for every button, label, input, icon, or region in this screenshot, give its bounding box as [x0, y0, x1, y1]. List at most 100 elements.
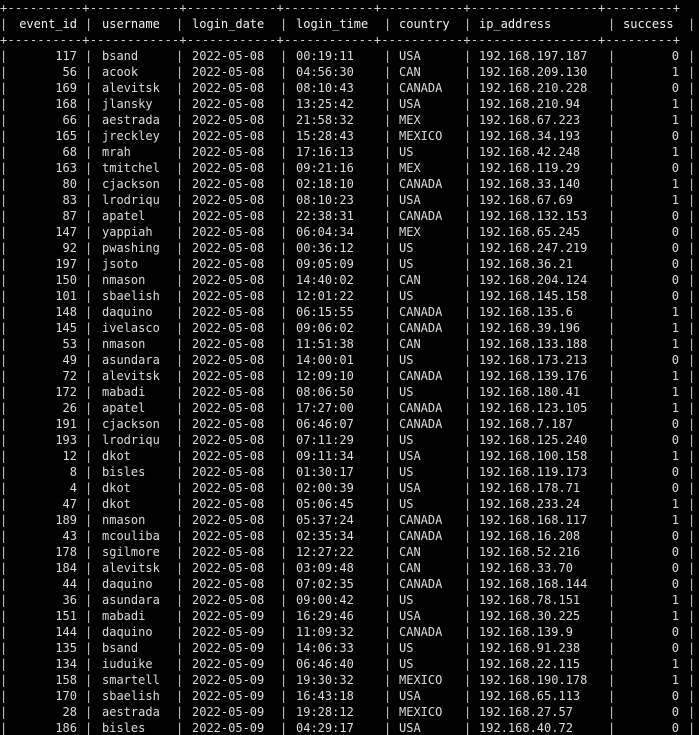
cell-country: USA	[399, 481, 421, 495]
column-divider: |	[464, 721, 472, 735]
cell-username: sgilmore	[102, 545, 160, 559]
column-divider: |	[384, 561, 392, 575]
column-divider: |	[280, 433, 288, 447]
column-divider: |	[280, 65, 288, 79]
cell-login-time: 09:00:42	[296, 593, 354, 607]
column-divider: |	[464, 593, 472, 607]
cell-login-date: 2022-05-09	[192, 705, 265, 719]
column-divider: |	[688, 497, 696, 511]
cell-login-date: 2022-05-08	[192, 545, 265, 559]
column-divider: |	[464, 369, 472, 383]
column-divider: |	[85, 321, 93, 335]
cell-username: jreckley	[102, 129, 160, 143]
column-divider: |	[0, 65, 8, 79]
column-divider: |	[176, 401, 184, 415]
cell-ip-address: 192.168.139.176	[479, 369, 588, 383]
column-divider: |	[0, 161, 8, 175]
cell-ip-address: 192.168.139.9	[479, 625, 573, 639]
column-divider: |	[85, 545, 93, 559]
cell-country: CAN	[399, 65, 421, 79]
column-divider: |	[280, 17, 288, 31]
column-divider: |	[0, 17, 8, 31]
table-row: | | | | | | | | 151 mabadi 2022-05-09 16:29:46 USA 19…	[0, 608, 699, 624]
column-divider: |	[688, 513, 696, 527]
column-divider: |	[688, 673, 696, 687]
column-divider: |	[280, 225, 288, 239]
header-ip-address: ip_address	[479, 17, 552, 31]
column-divider: |	[384, 49, 392, 63]
column-divider: |	[688, 337, 696, 351]
cell-ip-address: 192.168.100.158	[479, 449, 588, 463]
column-divider: |	[176, 225, 184, 239]
cell-success: 1	[671, 305, 679, 319]
cell-country: CANADA	[399, 529, 443, 543]
cell-login-date: 2022-05-08	[192, 161, 265, 175]
column-divider: |	[384, 657, 392, 671]
cell-login-date: 2022-05-08	[192, 497, 265, 511]
column-divider: |	[280, 449, 288, 463]
column-divider: |	[176, 625, 184, 639]
column-divider: |	[0, 641, 8, 655]
column-divider: |	[280, 561, 288, 575]
column-divider: |	[688, 577, 696, 591]
cell-login-time: 01:30:17	[296, 465, 354, 479]
cell-username: yappiah	[102, 225, 153, 239]
cell-login-date: 2022-05-08	[192, 337, 265, 351]
column-divider: |	[464, 65, 472, 79]
column-divider: |	[464, 145, 472, 159]
column-divider: |	[384, 113, 392, 127]
column-divider: |	[464, 449, 472, 463]
column-divider: |	[0, 545, 8, 559]
cell-success: 0	[671, 433, 679, 447]
cell-event-id: 28	[62, 705, 77, 719]
column-divider: |	[176, 49, 184, 63]
cell-country: USA	[399, 689, 421, 703]
column-divider: |	[176, 673, 184, 687]
cell-country: USA	[399, 49, 421, 63]
cell-success: 1	[671, 449, 679, 463]
column-divider: |	[464, 161, 472, 175]
column-divider: |	[280, 177, 288, 191]
table-row: | | | | | | | | 135 bsand 2022-05-09 14:06:33 US 192.…	[0, 640, 699, 656]
column-divider: |	[280, 385, 288, 399]
cell-success: 0	[671, 241, 679, 255]
column-divider: |	[176, 321, 184, 335]
column-divider: |	[280, 321, 288, 335]
cell-country: USA	[399, 193, 421, 207]
column-divider: |	[85, 513, 93, 527]
column-divider: |	[85, 561, 93, 575]
cell-event-id: 184	[55, 561, 77, 575]
cell-login-time: 12:01:22	[296, 289, 354, 303]
column-divider: |	[384, 577, 392, 591]
cell-event-id: 147	[55, 225, 77, 239]
cell-country: CANADA	[399, 177, 443, 191]
cell-username: nmason	[102, 337, 146, 351]
column-divider: |	[464, 257, 472, 271]
cell-event-id: 56	[62, 65, 77, 79]
column-divider: |	[384, 241, 392, 255]
cell-ip-address: 192.168.34.193	[479, 129, 581, 143]
column-divider: |	[85, 705, 93, 719]
cell-login-time: 13:25:42	[296, 97, 354, 111]
column-divider: |	[176, 721, 184, 735]
cell-event-id: 165	[55, 129, 77, 143]
column-divider: |	[608, 17, 616, 31]
cell-country: US	[399, 241, 414, 255]
table-row: | | | | | | | | 172 mabadi 2022-05-08 08:06:50 US 192…	[0, 384, 699, 400]
cell-country: US	[399, 593, 414, 607]
cell-event-id: 72	[62, 369, 77, 383]
cell-login-date: 2022-05-08	[192, 177, 265, 191]
cell-ip-address: 192.168.91.238	[479, 641, 581, 655]
table-row: | | | | | | | | 117 bsand 2022-05-08 00:19:11 USA 192…	[0, 48, 699, 64]
column-divider: |	[85, 273, 93, 287]
cell-success: 0	[671, 529, 679, 543]
cell-ip-address: 192.168.178.71	[479, 481, 581, 495]
cell-username: daquino	[102, 577, 153, 591]
cell-country: MEXICO	[399, 705, 443, 719]
cell-ip-address: 192.168.16.208	[479, 529, 581, 543]
cell-event-id: 158	[55, 673, 77, 687]
column-divider: |	[85, 225, 93, 239]
cell-username: aestrada	[102, 705, 160, 719]
column-divider: |	[384, 593, 392, 607]
cell-login-date: 2022-05-08	[192, 385, 265, 399]
